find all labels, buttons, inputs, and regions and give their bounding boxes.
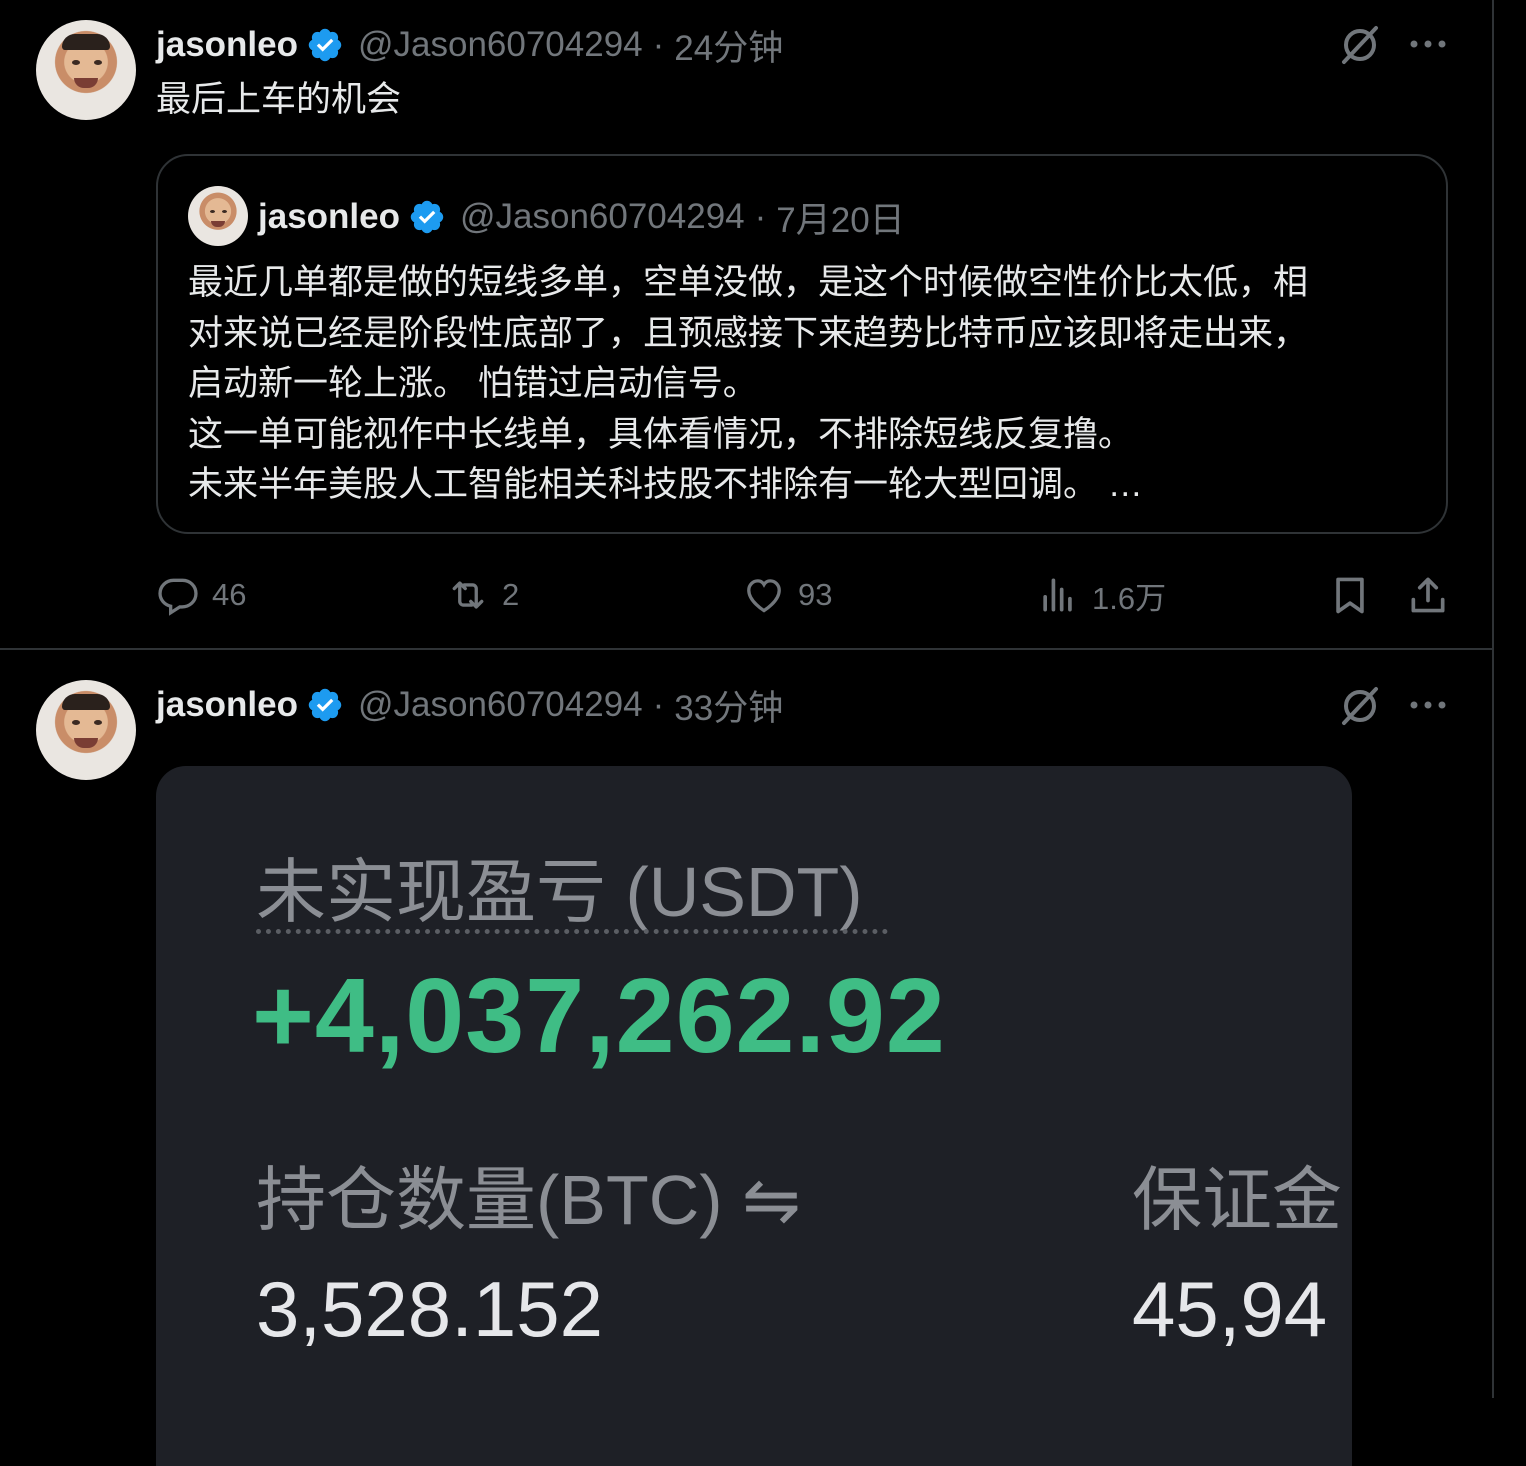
grok-icon[interactable] xyxy=(1338,22,1382,66)
author-handle[interactable]: @Jason60704294 xyxy=(358,25,643,65)
author-name[interactable]: jasonleo xyxy=(258,197,400,237)
author-name[interactable]: jasonleo xyxy=(156,25,298,65)
verified-badge-icon xyxy=(306,26,344,64)
margin-value: 45,94 xyxy=(1132,1265,1328,1353)
timestamp[interactable]: 33分钟 xyxy=(674,680,783,731)
pnl-label: 未实现盈亏 (USDT) xyxy=(256,853,863,931)
reply-icon xyxy=(158,578,198,616)
views-button[interactable]: 1.6万 xyxy=(1036,570,1166,620)
quoted-text-line: 对来说已经是阶段性底部了，且预感接下来趋势比特币应该即将走出来， xyxy=(188,313,1309,353)
reply-button[interactable]: 46 xyxy=(156,570,246,620)
tweet-header: jasonleo @Jason60704294 · 24分钟 xyxy=(156,20,783,70)
like-count: 93 xyxy=(798,577,833,612)
retweet-button[interactable]: 2 xyxy=(446,570,519,620)
margin-label: 保证金 xyxy=(1132,1161,1342,1239)
quoted-text-line: 这一单可能视作中长线单，具体看情况，不排除短线反复撸。 xyxy=(188,414,1134,454)
quoted-text-line: 未来半年美股人工智能相关科技股不排除有一轮大型回调。 … xyxy=(188,465,1143,504)
quoted-tweet-text: 最近几单都是做的短线多单，空单没做，是这个时候做空性价比太低，相 对来说已经是阶… xyxy=(188,258,1418,511)
more-icon[interactable] xyxy=(1406,22,1450,66)
retweet-icon xyxy=(452,581,484,609)
timestamp[interactable]: 24分钟 xyxy=(674,20,783,71)
verified-badge-icon xyxy=(306,686,344,724)
bookmark-button[interactable] xyxy=(1328,570,1384,620)
quoted-text-line: 启动新一轮上涨。 怕错过启动信号。 xyxy=(188,364,758,403)
like-button[interactable]: 93 xyxy=(742,570,832,620)
more-icon[interactable] xyxy=(1406,683,1450,727)
share-button[interactable] xyxy=(1406,570,1462,620)
quoted-tweet-header: jasonleo @Jason60704294 · 7月20日 xyxy=(258,192,905,242)
separator: · xyxy=(652,685,665,724)
timeline-border xyxy=(1492,0,1494,1398)
separator: · xyxy=(754,197,767,236)
share-icon xyxy=(1411,577,1445,613)
quoted-tweet[interactable]: jasonleo @Jason60704294 · 7月20日 最近几单都是做的… xyxy=(156,154,1448,534)
reply-count: 46 xyxy=(212,577,247,612)
position-size-value: 3,528.152 xyxy=(256,1265,604,1353)
position-size-label: 持仓数量(BTC) ⇋ xyxy=(256,1161,801,1239)
grok-icon[interactable] xyxy=(1338,683,1382,727)
tweet[interactable]: jasonleo @Jason60704294 · 24分钟 最后上车的机会 j… xyxy=(0,0,1492,650)
pnl-value: +4,037,262.92 xyxy=(252,957,946,1075)
verified-badge-icon xyxy=(408,198,446,236)
tweet-media-image[interactable]: 未实现盈亏 (USDT) +4,037,262.92 持仓数量(BTC) ⇋ 3… xyxy=(156,766,1352,1466)
separator: · xyxy=(652,25,665,64)
avatar[interactable] xyxy=(36,680,136,780)
quoted-text-line: 最近几单都是做的短线多单，空单没做，是这个时候做空性价比太低，相 xyxy=(188,263,1309,302)
timestamp[interactable]: 7月20日 xyxy=(776,192,904,243)
tweet-header: jasonleo @Jason60704294 · 33分钟 xyxy=(156,680,783,730)
avatar[interactable] xyxy=(36,20,136,120)
author-handle[interactable]: @Jason60704294 xyxy=(358,685,643,725)
retweet-count: 2 xyxy=(502,577,520,612)
heart-icon xyxy=(747,579,781,613)
tweet-actions: 46 2 93 1.6万 xyxy=(156,570,1456,620)
views-icon xyxy=(1043,578,1072,612)
pnl-dotted-underline xyxy=(256,929,888,934)
author-handle[interactable]: @Jason60704294 xyxy=(460,197,745,237)
views-count: 1.6万 xyxy=(1092,580,1167,616)
tweet-text: 最后上车的机会 xyxy=(156,80,402,119)
avatar[interactable] xyxy=(188,186,248,246)
author-name[interactable]: jasonleo xyxy=(156,685,298,725)
bookmark-icon xyxy=(1336,577,1364,614)
